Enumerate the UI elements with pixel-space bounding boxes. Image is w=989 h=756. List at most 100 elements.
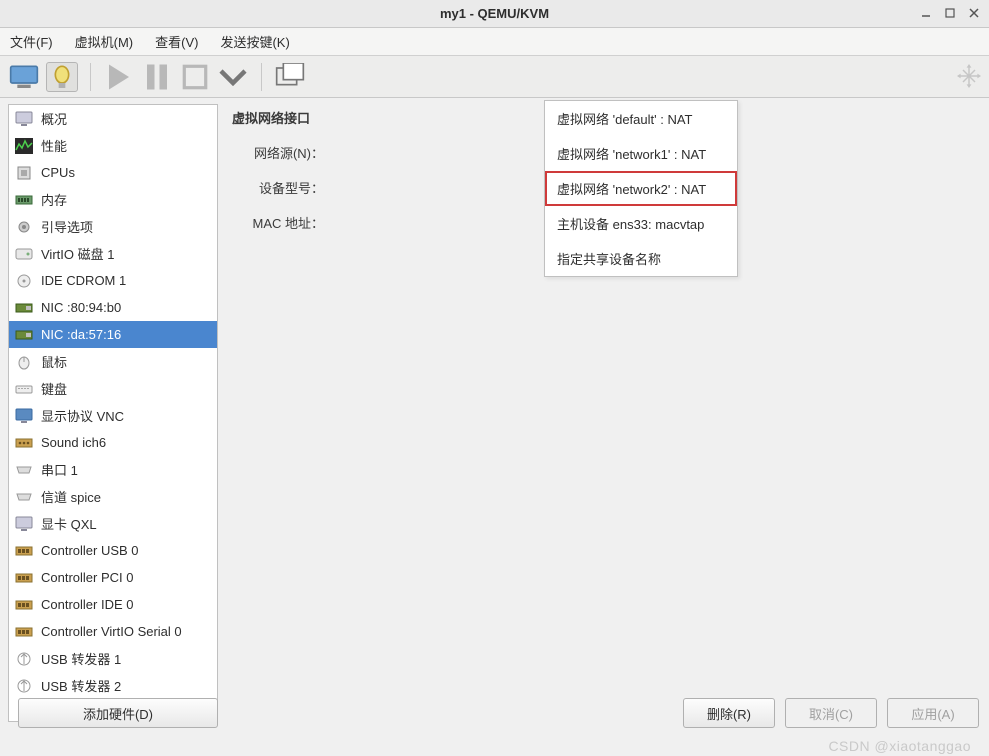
sidebar-item-disk[interactable]: VirtIO 磁盘 1 <box>9 240 217 267</box>
sidebar-item-cpus[interactable]: CPUs <box>9 159 217 186</box>
close-button[interactable] <box>965 4 983 22</box>
activity-icon <box>15 138 33 154</box>
network-source-label: 网络源(N)： <box>232 139 332 162</box>
menu-view[interactable]: 查看(V) <box>151 30 202 53</box>
keyboard-icon <box>15 381 33 397</box>
sidebar-item-overview[interactable]: 概况 <box>9 105 217 132</box>
remove-button[interactable]: 删除(R) <box>683 698 775 728</box>
sidebar-item-usb-redir1[interactable]: USB 转发器 1 <box>9 645 217 672</box>
sidebar-item-label: 串口 1 <box>41 460 78 479</box>
window-titlebar: my1 - QEMU/KVM <box>0 0 989 28</box>
sidebar-item-label: Controller IDE 0 <box>41 597 133 612</box>
maximize-button[interactable] <box>941 4 959 22</box>
controller-icon <box>15 597 33 613</box>
usb-icon <box>15 651 33 667</box>
footer-bar: 添加硬件(D) 删除(R) 取消(C) 应用(A) <box>0 692 989 734</box>
controller-icon <box>15 570 33 586</box>
sidebar-item-memory[interactable]: 内存 <box>9 186 217 213</box>
sidebar-item-label: 性能 <box>41 136 67 155</box>
sidebar-item-label: 显卡 QXL <box>41 514 97 533</box>
cpu-icon <box>15 165 33 181</box>
sidebar-item-label: 键盘 <box>41 379 67 398</box>
sidebar-item-label: CPUs <box>41 165 75 180</box>
window-title: my1 - QEMU/KVM <box>440 6 549 21</box>
sidebar-item-label: Sound ich6 <box>41 435 106 450</box>
fullscreen-icon[interactable] <box>957 64 981 88</box>
run-button[interactable] <box>103 62 135 92</box>
serial-icon <box>15 462 33 478</box>
sidebar-item-ctrl-pci[interactable]: Controller PCI 0 <box>9 564 217 591</box>
sidebar-item-video[interactable]: 显卡 QXL <box>9 510 217 537</box>
shutdown-menu-button[interactable] <box>217 62 249 92</box>
toolbar <box>0 56 989 98</box>
sidebar-item-ctrl-usb[interactable]: Controller USB 0 <box>9 537 217 564</box>
sidebar-item-label: NIC :80:94:b0 <box>41 300 121 315</box>
details-view-button[interactable] <box>46 62 78 92</box>
menu-vm[interactable]: 虚拟机(M) <box>71 30 138 53</box>
device-model-label: 设备型号： <box>232 174 332 197</box>
dropdown-option-highlighted[interactable]: 虚拟网络 'network2' : NAT <box>545 171 737 206</box>
sidebar-item-serial[interactable]: 串口 1 <box>9 456 217 483</box>
content-area: 概况 性能 CPUs 内存 引导选项 VirtIO 磁盘 1 IDE CDROM… <box>0 98 989 728</box>
add-hardware-button[interactable]: 添加硬件(D) <box>18 698 218 728</box>
section-heading: 虚拟网络接口 <box>232 106 318 127</box>
sidebar-item-cdrom[interactable]: IDE CDROM 1 <box>9 267 217 294</box>
sound-icon <box>15 435 33 451</box>
menu-file[interactable]: 文件(F) <box>6 30 57 53</box>
sidebar-item-label: 概况 <box>41 109 67 128</box>
sidebar-item-nic1[interactable]: NIC :80:94:b0 <box>9 294 217 321</box>
controller-icon <box>15 624 33 640</box>
mac-address-label: MAC 地址： <box>232 209 332 232</box>
channel-icon <box>15 489 33 505</box>
console-view-button[interactable] <box>8 62 40 92</box>
apply-button[interactable]: 应用(A) <box>887 698 979 728</box>
mouse-icon <box>15 354 33 370</box>
sidebar-item-label: 内存 <box>41 190 67 209</box>
watermark-text: CSDN @xiaotanggao <box>828 738 971 754</box>
sidebar-item-display[interactable]: 显示协议 VNC <box>9 402 217 429</box>
video-icon <box>15 516 33 532</box>
sidebar-item-label: USB 转发器 1 <box>41 649 121 668</box>
sidebar-item-sound[interactable]: Sound ich6 <box>9 429 217 456</box>
dropdown-option[interactable]: 指定共享设备名称 <box>545 241 737 276</box>
dropdown-option[interactable]: 主机设备 ens33: macvtap <box>545 206 737 241</box>
toolbar-separator <box>261 63 262 91</box>
network-source-dropdown: 虚拟网络 'default' : NAT 虚拟网络 'network1' : N… <box>544 100 738 277</box>
details-panel: 虚拟网络接口 网络源(N)： 设备型号： MAC 地址： 虚拟网络 'defau… <box>218 98 989 728</box>
memory-icon <box>15 192 33 208</box>
sidebar-item-label: NIC :da:57:16 <box>41 327 121 342</box>
sidebar-item-ctrl-ide[interactable]: Controller IDE 0 <box>9 591 217 618</box>
sidebar-item-label: VirtIO 磁盘 1 <box>41 244 114 263</box>
shutdown-button[interactable] <box>179 62 211 92</box>
sidebar-item-boot[interactable]: 引导选项 <box>9 213 217 240</box>
menubar: 文件(F) 虚拟机(M) 查看(V) 发送按键(K) <box>0 28 989 56</box>
hardware-sidebar: 概况 性能 CPUs 内存 引导选项 VirtIO 磁盘 1 IDE CDROM… <box>8 104 218 722</box>
pause-button[interactable] <box>141 62 173 92</box>
sidebar-item-performance[interactable]: 性能 <box>9 132 217 159</box>
sidebar-item-label: 引导选项 <box>41 217 93 236</box>
monitor-icon <box>15 111 33 127</box>
sidebar-item-label: 信道 spice <box>41 487 101 506</box>
sidebar-item-label: Controller USB 0 <box>41 543 139 558</box>
sidebar-item-label: 显示协议 VNC <box>41 406 124 425</box>
sidebar-item-label: Controller PCI 0 <box>41 570 133 585</box>
sidebar-item-keyboard[interactable]: 键盘 <box>9 375 217 402</box>
cdrom-icon <box>15 273 33 289</box>
cancel-button[interactable]: 取消(C) <box>785 698 877 728</box>
sidebar-item-channel[interactable]: 信道 spice <box>9 483 217 510</box>
snapshots-button[interactable] <box>274 62 306 92</box>
dropdown-option[interactable]: 虚拟网络 'default' : NAT <box>545 101 737 136</box>
disk-icon <box>15 246 33 262</box>
menu-sendkey[interactable]: 发送按键(K) <box>216 30 293 53</box>
sidebar-item-mouse[interactable]: 鼠标 <box>9 348 217 375</box>
toolbar-separator <box>90 63 91 91</box>
dropdown-option[interactable]: 虚拟网络 'network1' : NAT <box>545 136 737 171</box>
minimize-button[interactable] <box>917 4 935 22</box>
sidebar-item-ctrl-virtio[interactable]: Controller VirtIO Serial 0 <box>9 618 217 645</box>
gear-icon <box>15 219 33 235</box>
nic-icon <box>15 300 33 316</box>
controller-icon <box>15 543 33 559</box>
sidebar-item-nic2[interactable]: NIC :da:57:16 <box>9 321 217 348</box>
nic-icon <box>15 327 33 343</box>
sidebar-item-label: Controller VirtIO Serial 0 <box>41 624 182 639</box>
